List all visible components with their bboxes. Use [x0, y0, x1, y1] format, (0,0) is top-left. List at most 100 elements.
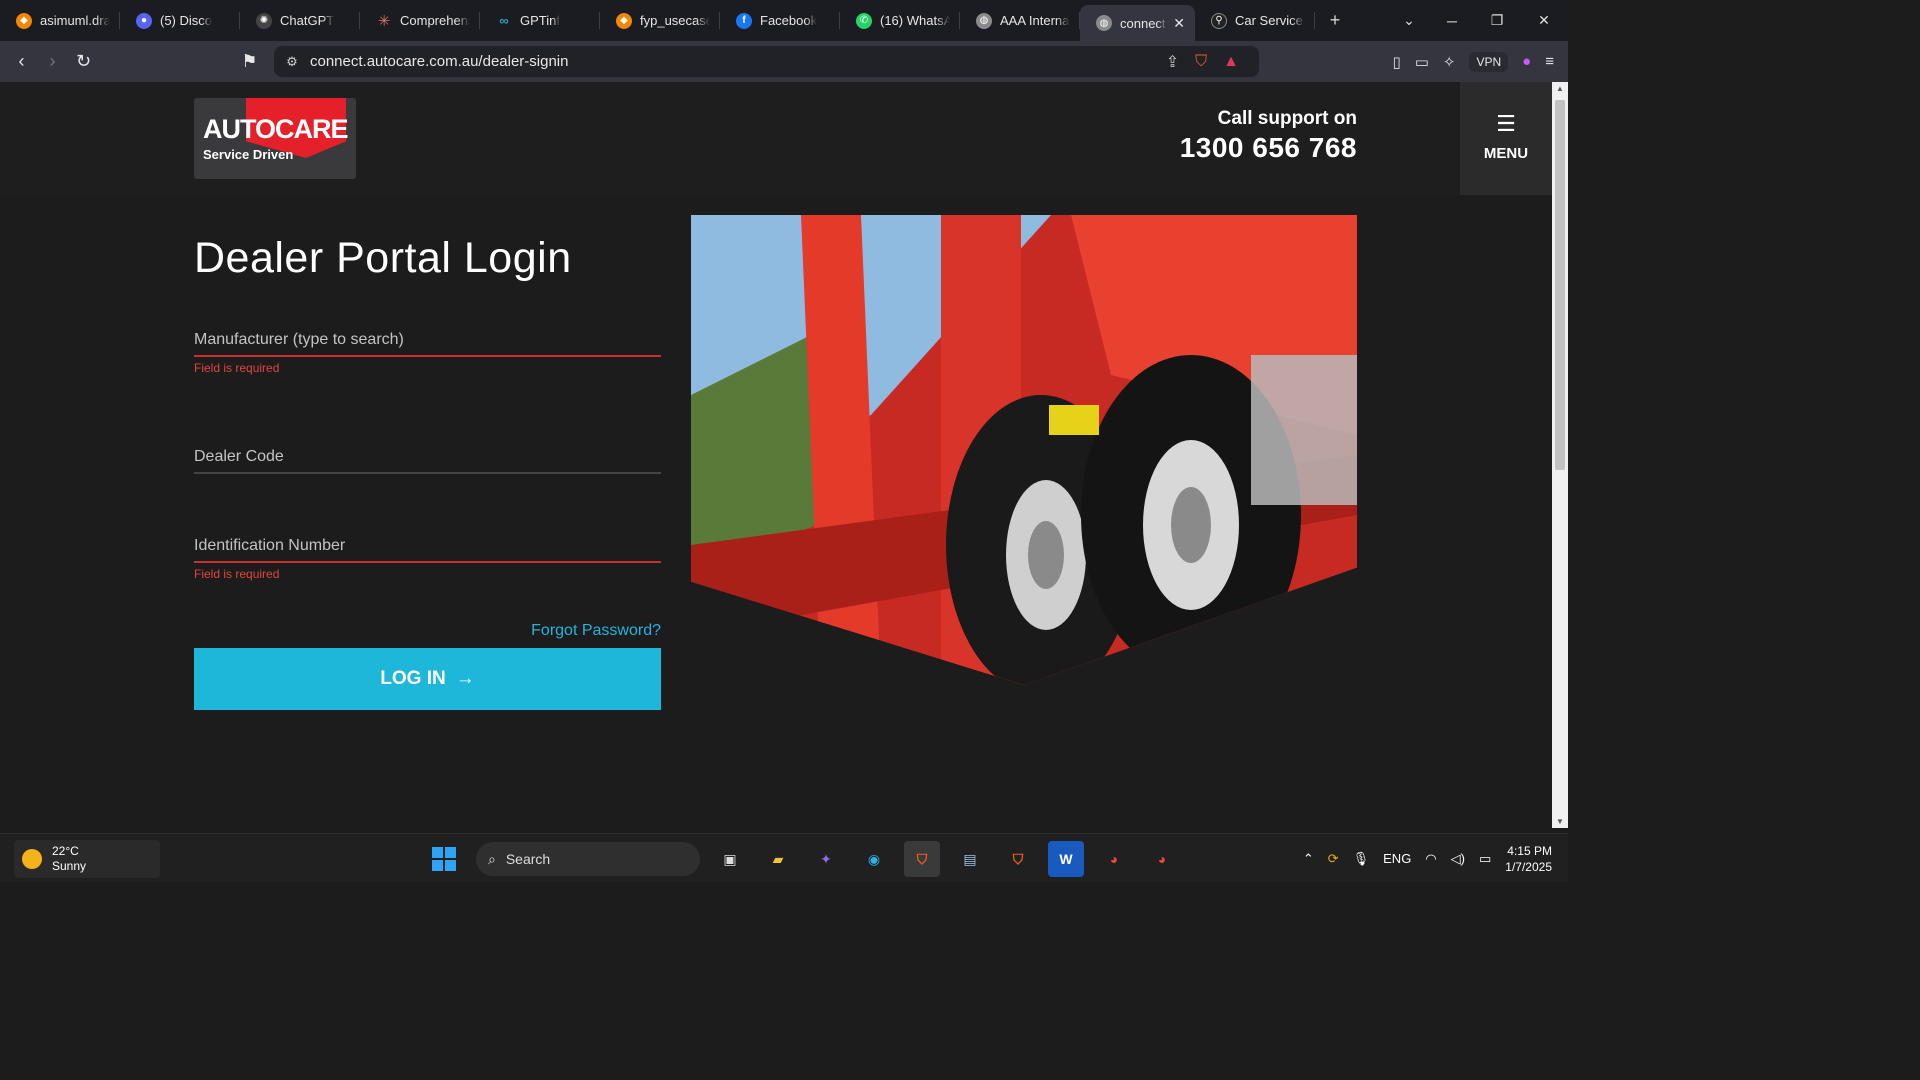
- restore-icon[interactable]: ❐: [1474, 0, 1520, 41]
- manufacturer-field-group: Field is required: [194, 325, 661, 375]
- chatgpt-icon: ✺: [256, 12, 272, 29]
- browser-tab-active[interactable]: ◍ connect. ✕: [1080, 5, 1195, 41]
- bookmark-icon[interactable]: ⚑: [234, 41, 265, 82]
- truck-illustration: [691, 215, 1357, 685]
- manufacturer-input[interactable]: [194, 325, 661, 357]
- menu-label: MENU: [1483, 145, 1529, 162]
- support-phone[interactable]: 1300 656 768: [1180, 132, 1357, 164]
- vpn-label: VPN: [1476, 54, 1502, 69]
- chevron-down-icon[interactable]: ⌄: [1386, 0, 1432, 41]
- id-number-error: Field is required: [194, 567, 280, 581]
- forgot-password-link[interactable]: Forgot Password?: [194, 622, 661, 640]
- browser-tab[interactable]: f Facebook: [720, 0, 840, 41]
- sync-icon[interactable]: ⟳: [1328, 851, 1339, 867]
- id-number-field-group: Field is required: [194, 531, 661, 581]
- discord-icon: ●: [136, 12, 152, 29]
- back-arrow-icon[interactable]: ‹: [6, 41, 37, 82]
- page-scrollbar[interactable]: ▲ ▼: [1552, 82, 1568, 828]
- taskbar-search[interactable]: ⌕ Search: [476, 842, 700, 876]
- dealer-code-field-group: [194, 442, 661, 474]
- brave-rewards-icon[interactable]: ▲: [1223, 53, 1239, 71]
- window-close-icon[interactable]: ✕: [1521, 0, 1567, 41]
- browser-tab[interactable]: ∞ GPTinf: [480, 0, 600, 41]
- copilot-icon[interactable]: ✦: [808, 841, 844, 877]
- tab-title: GPTinf: [520, 13, 560, 28]
- sidebar-icon[interactable]: ▯: [1392, 53, 1400, 71]
- word-icon[interactable]: W: [1048, 841, 1084, 877]
- autocare-logo[interactable]: AUTOCARE Service Driven: [194, 98, 356, 179]
- tab-title: connect.: [1120, 15, 1168, 31]
- brave-icon[interactable]: ⛉: [904, 841, 940, 877]
- weather-temp: 22°C: [52, 844, 79, 858]
- system-clock[interactable]: 4:15 PM 1/7/2025: [1505, 843, 1552, 875]
- search-icon: ⌕: [488, 850, 496, 867]
- share-icon[interactable]: ⇪: [1166, 52, 1179, 72]
- weather-desc: Sunny: [52, 859, 87, 873]
- tab-title: Facebook: [760, 13, 818, 28]
- language-indicator[interactable]: ENG: [1383, 851, 1411, 866]
- url-text[interactable]: connect.autocare.com.au/dealer-signin: [310, 53, 569, 70]
- leo-ai-icon[interactable]: ✧: [1443, 53, 1456, 71]
- wifi-icon[interactable]: ◠: [1425, 851, 1436, 867]
- facebook-icon: f: [736, 12, 752, 29]
- sun-icon: [22, 849, 42, 869]
- login-button-label: LOG IN: [380, 668, 446, 689]
- browser-tab[interactable]: ✳ Comprehens: [360, 0, 480, 41]
- close-icon[interactable]: ✕: [1167, 15, 1185, 32]
- clock-date: 1/7/2025: [1505, 859, 1552, 874]
- browser-toolbar: ‹ › ↻ ⚑ ⚙ connect.autocare.com.au/dealer…: [0, 41, 1568, 82]
- id-number-input[interactable]: [194, 531, 661, 563]
- logo-word: AUTOCARE: [203, 114, 349, 144]
- browser-tab[interactable]: ◆ fyp_usecase: [600, 0, 720, 41]
- new-tab-plus-icon[interactable]: +: [1315, 10, 1355, 31]
- dealer-code-input[interactable]: [194, 442, 661, 474]
- web-page: AUTOCARE Service Driven Call support on …: [0, 82, 1552, 828]
- hero-truck-image: [691, 215, 1357, 685]
- browser-tab[interactable]: ⚲ Car Service I: [1195, 0, 1315, 41]
- windows-start-icon[interactable]: [430, 845, 458, 873]
- task-view-icon[interactable]: ▣: [712, 841, 748, 877]
- hamburger-menu-icon[interactable]: ≡: [1545, 53, 1554, 70]
- chrome-profile-icon[interactable]: ◕: [1144, 841, 1180, 877]
- claude-icon: ✳: [377, 12, 391, 30]
- chrome-icon[interactable]: ◕: [1096, 841, 1132, 877]
- profile-avatar-icon[interactable]: ●: [1522, 53, 1531, 70]
- wallet-icon[interactable]: ▭: [1415, 53, 1429, 71]
- brave-shield-icon[interactable]: ⛉: [1195, 53, 1207, 71]
- windows-taskbar: 22°C Sunny ⌕ Search ▣ ▰ ✦ ◉ ⛉ ▤ ⛉ W ◕ ◕ …: [0, 833, 1568, 882]
- browser-tab[interactable]: ✺ ChatGPT: [240, 0, 360, 41]
- tab-title: Car Service I: [1235, 13, 1305, 28]
- weather-widget[interactable]: 22°C Sunny: [14, 840, 160, 878]
- drawio-icon: ◆: [616, 12, 632, 29]
- volume-icon[interactable]: ◁): [1451, 851, 1465, 867]
- browser-tab[interactable]: ● (5) Disco: [120, 0, 240, 41]
- microphone-icon[interactable]: 🎙: [1353, 851, 1370, 867]
- support-label: Call support on: [1217, 108, 1357, 129]
- menu-button[interactable]: ☰ MENU: [1460, 82, 1552, 195]
- reload-icon[interactable]: ↻: [68, 41, 99, 82]
- minimize-icon[interactable]: ─: [1429, 0, 1475, 41]
- browser-tab[interactable]: ✆ (16) WhatsAp: [840, 0, 960, 41]
- file-explorer-icon[interactable]: ▰: [760, 841, 796, 877]
- storage-icon[interactable]: ▤: [952, 841, 988, 877]
- address-bar[interactable]: ⚙ connect.autocare.com.au/dealer-signin …: [274, 46, 1259, 77]
- site-header: AUTOCARE Service Driven Call support on …: [0, 82, 1552, 195]
- chevron-up-icon[interactable]: ⌃: [1303, 851, 1314, 867]
- taskbar-search-label: Search: [505, 851, 551, 867]
- browser-tab[interactable]: ◆ asimuml.draw: [0, 0, 120, 41]
- tab-title: Comprehens: [400, 13, 470, 28]
- brave-profile-icon[interactable]: ⛉: [1000, 841, 1036, 877]
- tab-title: (16) WhatsAp: [880, 13, 950, 28]
- browser-tab[interactable]: ◍ AAA Internat: [960, 0, 1080, 41]
- site-settings-icon[interactable]: ⚙: [274, 54, 310, 70]
- vpn-button[interactable]: VPN: [1469, 51, 1509, 72]
- scroll-up-arrow-icon[interactable]: ▲: [1552, 84, 1568, 93]
- login-button[interactable]: LOG IN →: [194, 648, 661, 710]
- battery-icon[interactable]: ▭: [1479, 851, 1491, 867]
- scroll-down-arrow-icon[interactable]: ▼: [1552, 817, 1568, 826]
- globe-icon: ◍: [1096, 15, 1112, 31]
- scrollbar-thumb[interactable]: [1555, 100, 1565, 470]
- forward-arrow-icon[interactable]: ›: [37, 41, 68, 82]
- drawio-icon: ◆: [16, 12, 32, 29]
- edge-icon[interactable]: ◉: [856, 841, 892, 877]
